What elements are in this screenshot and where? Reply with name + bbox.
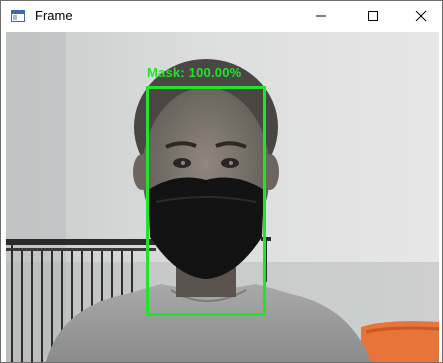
title-bar[interactable]: Frame [1,1,442,31]
window-app-icon [11,10,25,22]
minimize-button[interactable] [298,1,344,31]
close-button[interactable] [398,1,442,31]
maximize-icon [368,11,378,21]
close-icon [415,10,427,22]
minimize-icon [316,15,326,17]
frame-window: Frame Mask: 100.00% [0,0,443,363]
detection-label: Mask: 100.00% [147,65,242,80]
maximize-button[interactable] [350,1,396,31]
camera-frame: Mask: 100.00% [6,32,439,362]
face-bounding-box [146,86,266,316]
window-title: Frame [35,8,73,23]
